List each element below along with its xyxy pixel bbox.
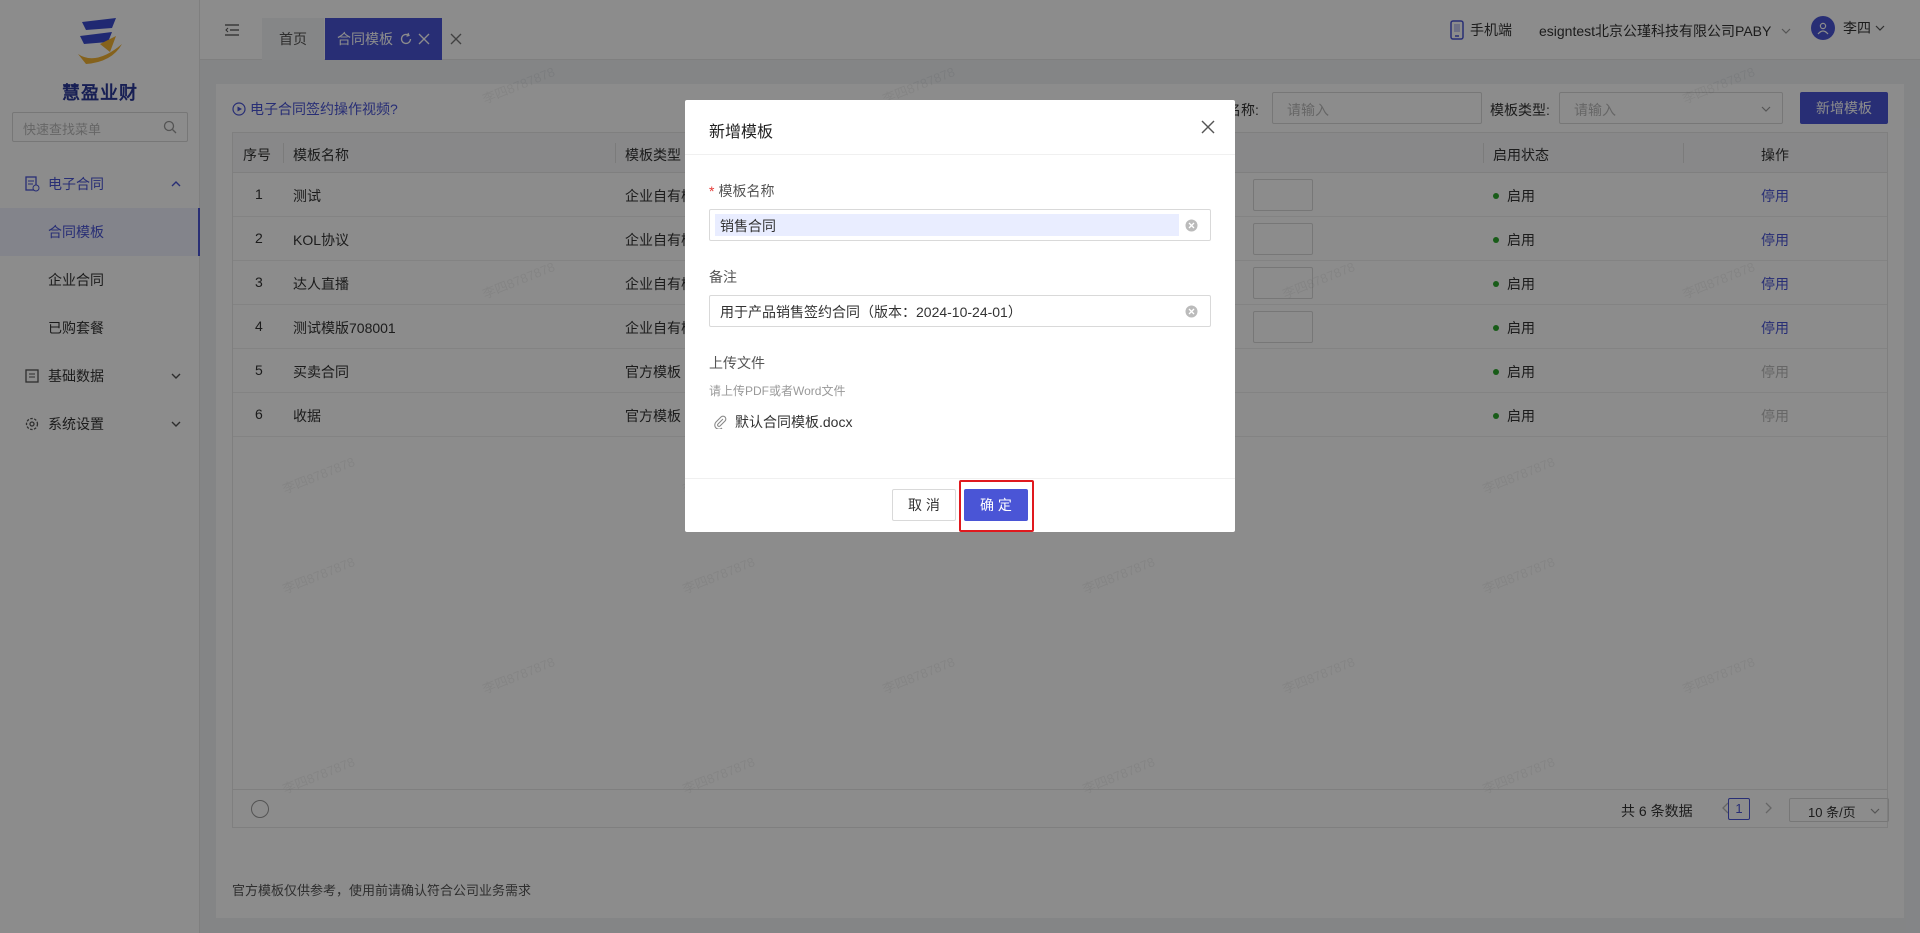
cancel-button[interactable]: 取 消: [892, 489, 956, 521]
remark-input[interactable]: 用于产品销售签约合同（版本：2024-10-24-01）: [709, 295, 1211, 327]
required-mark: *: [709, 183, 715, 199]
uploaded-file[interactable]: 默认合同模板.docx: [713, 412, 852, 432]
input-value: 销售合同: [720, 218, 776, 234]
highlight-box: [959, 480, 1034, 532]
text-selection: [715, 214, 1179, 236]
dialog-title: 新增模板: [709, 124, 774, 141]
paperclip-icon: [714, 415, 727, 429]
dialog-footer: 取 消 确 定: [685, 478, 1235, 532]
clear-icon[interactable]: [1185, 219, 1198, 232]
remark-label: 备注: [709, 269, 737, 285]
label-text: 模板名称: [718, 183, 775, 199]
input-value: 用于产品销售签约合同（版本：2024-10-24-01）: [720, 304, 1022, 320]
template-name-input[interactable]: 销售合同: [709, 209, 1211, 241]
add-template-dialog: 新增模板 * 模板名称 销售合同 备注 用于产品销售签约合同（版本：2024-10…: [685, 100, 1235, 532]
file-name: 默认合同模板.docx: [735, 414, 853, 430]
upload-hint: 请上传PDF或者Word文件: [709, 384, 846, 398]
dialog-header: 新增模板: [685, 100, 1235, 155]
close-icon[interactable]: [1201, 120, 1215, 134]
clear-icon[interactable]: [1185, 305, 1198, 318]
template-name-label: * 模板名称: [709, 181, 774, 201]
upload-label: 上传文件: [709, 355, 765, 371]
